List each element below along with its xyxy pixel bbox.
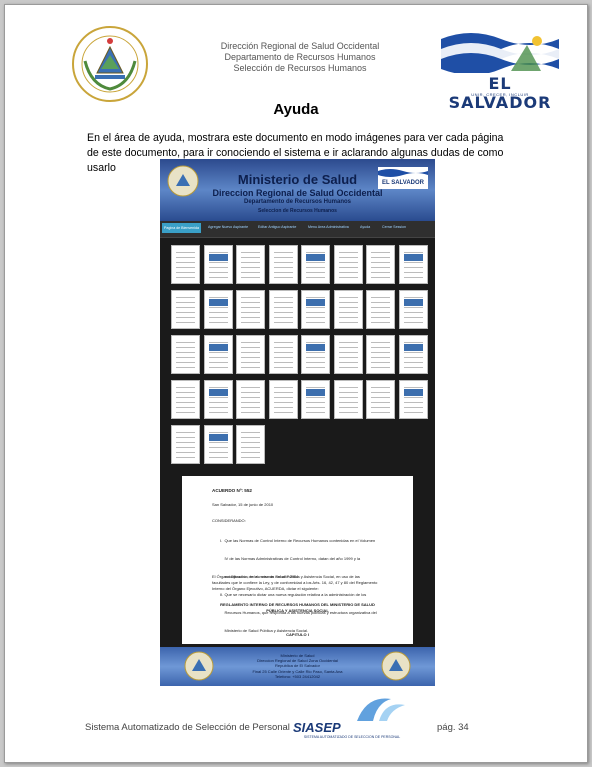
page-thumbnail[interactable] (333, 290, 363, 329)
page-thumbnail[interactable] (236, 335, 265, 374)
page-thumbnail[interactable] (203, 380, 233, 419)
nav-editar[interactable]: Editar Antiguo Aspirante (258, 225, 296, 229)
page-thumbnail[interactable] (171, 290, 200, 329)
flag-wave-icon (441, 33, 559, 73)
page-number: pág. 34 (437, 722, 469, 733)
page-thumbnail[interactable] (203, 425, 233, 464)
page-thumbnail[interactable] (203, 245, 233, 284)
nav-agregar[interactable]: Agregar Nuevo Aspirante (208, 225, 248, 229)
footer-system-name: Sistema Automatizado de Selección de Per… (85, 722, 290, 733)
nav-admin[interactable]: Menu Area Administrativa (308, 225, 349, 229)
banner-direction: Direccion Regional de Salud Occidental (212, 188, 383, 198)
doc-body: El Órgano Ejecutivo, en el ramo de Salud… (212, 574, 378, 591)
page-thumbnail[interactable] (333, 245, 363, 284)
header-line-3: Selección de Recursos Humanos (233, 63, 367, 73)
page-thumbnail[interactable] (236, 425, 265, 464)
siasep-swirl-icon (357, 698, 405, 721)
doc-date: San Salvador, 15 de junio de 2010 (212, 502, 274, 507)
page-thumbnail[interactable] (366, 290, 395, 329)
page-thumbnail[interactable] (171, 245, 200, 284)
page-thumbnail[interactable] (398, 380, 428, 419)
page-thumbnail[interactable] (268, 380, 298, 419)
nav-ayuda[interactable]: Ayuda (360, 225, 370, 229)
seal-icon (184, 651, 214, 681)
screenshot-nav: Pagina de Bienvenida Agregar Nuevo Aspir… (160, 221, 435, 238)
page-thumbnail[interactable] (301, 245, 330, 284)
document-page: Dirección Regional de Salud Occidental D… (4, 4, 588, 763)
siasep-logo: SIASEP SISTEMA AUTOMATIZADO DE SELECCION… (287, 693, 417, 743)
nav-bienvenida[interactable]: Pagina de Bienvenida (162, 223, 201, 233)
help-screenshot: Ministerio de Salud Direccion Regional d… (160, 159, 435, 686)
page-thumbnail[interactable] (366, 380, 395, 419)
page-thumbnail[interactable] (268, 245, 298, 284)
page-thumbnail[interactable] (171, 425, 200, 464)
page-thumbnail[interactable] (171, 380, 200, 419)
page-thumbnail[interactable] (398, 335, 428, 374)
doc-considerando: CONSIDERANDO: (212, 518, 246, 523)
page-thumbnail[interactable] (398, 245, 428, 284)
page-thumbnail[interactable] (333, 335, 363, 374)
el-salvador-logo: EL SALVADOR UNIR, CRECER, INCLUIR (437, 31, 563, 112)
page-thumbnail[interactable] (236, 245, 265, 284)
screenshot-footer: Ministerio de Salud Direccion Regional d… (160, 647, 435, 686)
header-line-1: Dirección Regional de Salud Occidental (220, 41, 380, 51)
page-thumbnail[interactable] (268, 290, 298, 329)
page-thumbnail[interactable] (236, 290, 265, 329)
seal-icon (381, 651, 411, 681)
page-thumbnail[interactable] (333, 380, 363, 419)
page-thumbnail[interactable] (301, 335, 330, 374)
header-line-2: Departamento de Recursos Humanos (224, 52, 376, 62)
page-thumbnail[interactable] (203, 290, 233, 329)
screenshot-banner: Ministerio de Salud Direccion Regional d… (160, 159, 435, 221)
banner-el-salvador-badge: EL SALVADOR (378, 167, 428, 189)
doc-reglamento: REGLAMENTO INTERNO DE RECURSOS HUMANOS D… (220, 602, 375, 613)
footer-address: Ministerio de Salud Direccion Regional d… (252, 653, 343, 679)
nav-cerrar[interactable]: Cerrar Session (382, 225, 406, 229)
page-thumbnail[interactable] (301, 290, 330, 329)
header-text: Dirección Regional de Salud Occidental D… (195, 41, 405, 74)
el-salvador-coat-of-arms-icon (72, 26, 148, 102)
page-title: Ayuda (273, 101, 319, 118)
banner-selection: Seleccion de Recursos Humanos (258, 208, 337, 214)
page-thumbnail[interactable] (366, 335, 395, 374)
page-thumbnail[interactable] (171, 335, 200, 374)
banner-department: Departamento de Recursos Humanos (243, 199, 352, 205)
mini-flag-icon (378, 169, 428, 177)
document-preview: ACUERDO Nº: 552 San Salvador, 15 de juni… (182, 476, 413, 644)
page-thumbnail[interactable] (398, 290, 428, 329)
page-thumbnail[interactable] (268, 335, 298, 374)
page-thumbnail[interactable] (203, 335, 233, 374)
doc-capitulo: CAPITULO I (286, 632, 309, 637)
page-thumbnail[interactable] (236, 380, 265, 419)
page-thumbnail[interactable] (301, 380, 330, 419)
doc-heading: ACUERDO Nº: 552 (212, 488, 252, 493)
page-thumbnail[interactable] (366, 245, 395, 284)
logo-tagline: UNIR, CRECER, INCLUIR (471, 92, 529, 97)
